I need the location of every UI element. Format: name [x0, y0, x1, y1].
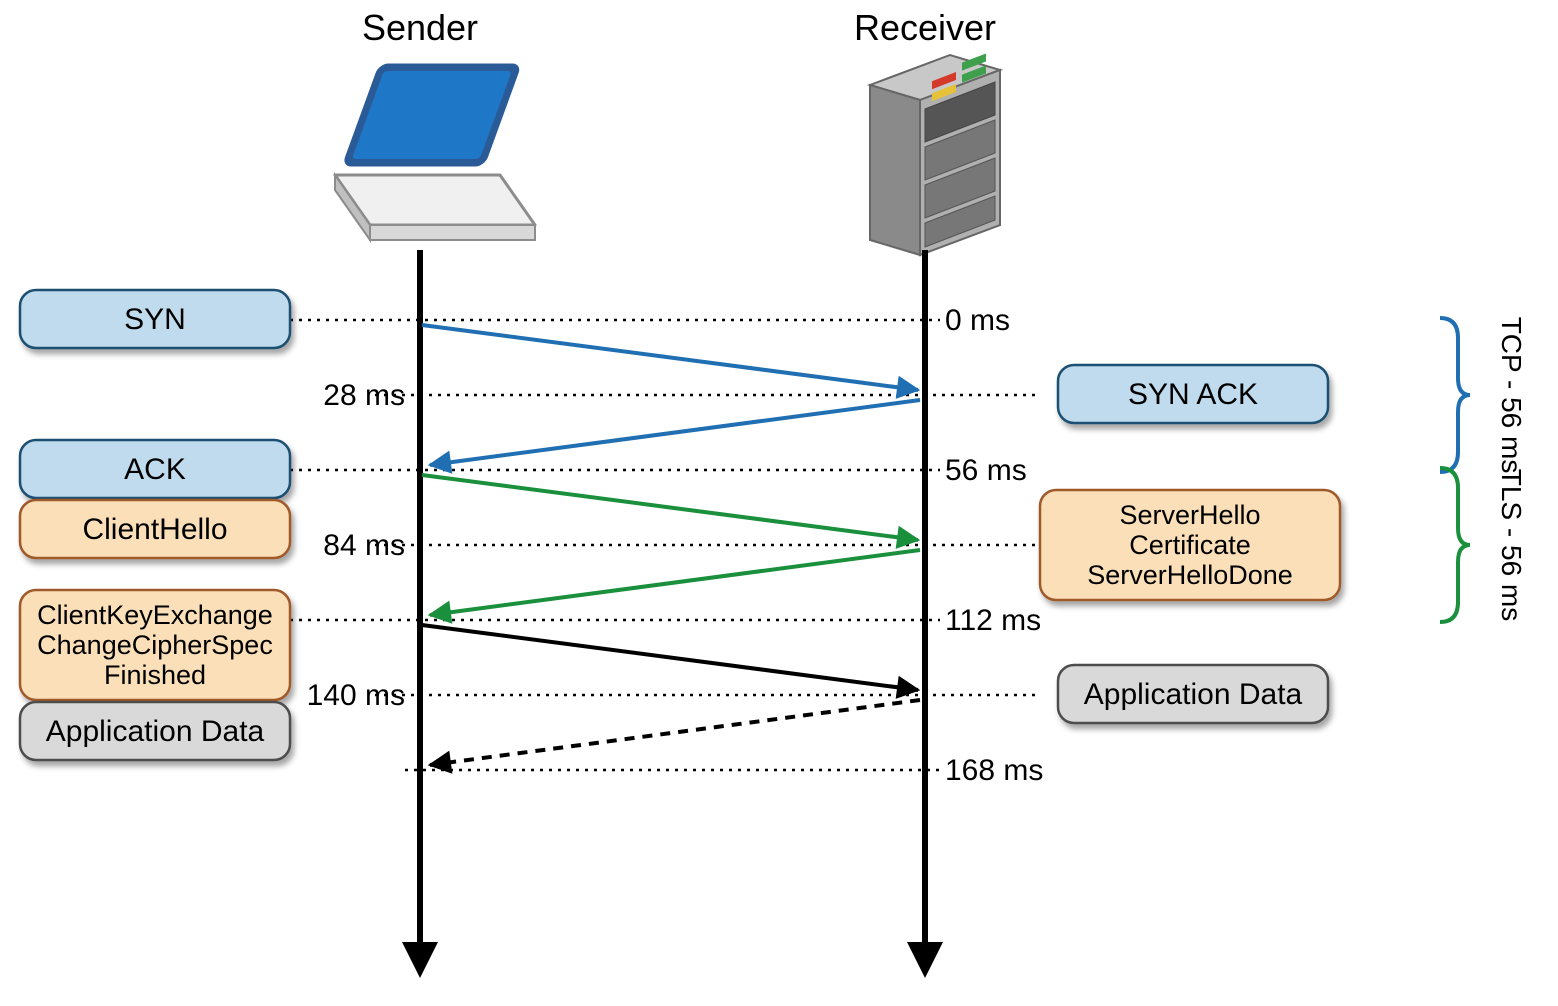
serverhello-box-label: ServerHelloDone — [1087, 560, 1293, 590]
client-appdata-box: Application Data — [20, 702, 290, 760]
tls-bracket: TLS - 56 ms — [1440, 468, 1527, 622]
serverhello-box-label: ServerHello — [1119, 500, 1260, 530]
tcp-bracket: TCP - 56 ms — [1440, 317, 1527, 474]
time-140ms: 140 ms — [307, 679, 405, 712]
time-28ms: 28 ms — [323, 379, 405, 412]
clienthello-box-label: ClientHello — [82, 513, 227, 546]
client-appdata-box-label: Application Data — [46, 715, 265, 748]
receiver-title: Receiver — [854, 7, 996, 48]
clientkeyexchange-box-label: ChangeCipherSpec — [37, 630, 273, 660]
serverhello-box: ServerHelloCertificateServerHelloDone — [1040, 490, 1340, 600]
clientkeyexchange-box-label: Finished — [104, 660, 206, 690]
clientkeyexchange-box: ClientKeyExchangeChangeCipherSpecFinishe… — [20, 590, 290, 700]
sequence-diagram: Sender Receiver — [0, 0, 1558, 1006]
time-56ms: 56 ms — [945, 454, 1027, 487]
server-appdata-box-label: Application Data — [1084, 678, 1303, 711]
syn-box: SYN — [20, 290, 290, 348]
synack-box-label: SYN ACK — [1128, 378, 1258, 411]
tls-bracket-label: TLS - 56 ms — [1496, 469, 1527, 621]
sender-title: Sender — [362, 7, 478, 48]
time-112ms: 112 ms — [945, 604, 1041, 637]
clientkeyexchange-box-label: ClientKeyExchange — [37, 600, 273, 630]
sender-boxes: SYN ACK ClientHello ClientKeyExchangeChange… — [20, 290, 290, 760]
receiver-boxes: SYN ACK ServerHelloCertificateServerHello… — [1040, 365, 1340, 723]
time-0ms: 0 ms — [945, 304, 1010, 337]
time-84ms: 84 ms — [323, 529, 405, 562]
syn-box-label: SYN — [124, 303, 186, 336]
server-icon — [870, 53, 1000, 255]
time-168ms: 168 ms — [945, 754, 1043, 787]
synack-box: SYN ACK — [1058, 365, 1328, 423]
laptop-icon — [335, 65, 535, 240]
ack-box: ACK — [20, 440, 290, 498]
clienthello-box: ClientHello — [20, 500, 290, 558]
ack-box-label: ACK — [124, 453, 186, 486]
tcp-bracket-label: TCP - 56 ms — [1496, 317, 1527, 474]
serverhello-box-label: Certificate — [1129, 530, 1251, 560]
server-appdata-box: Application Data — [1058, 665, 1328, 723]
